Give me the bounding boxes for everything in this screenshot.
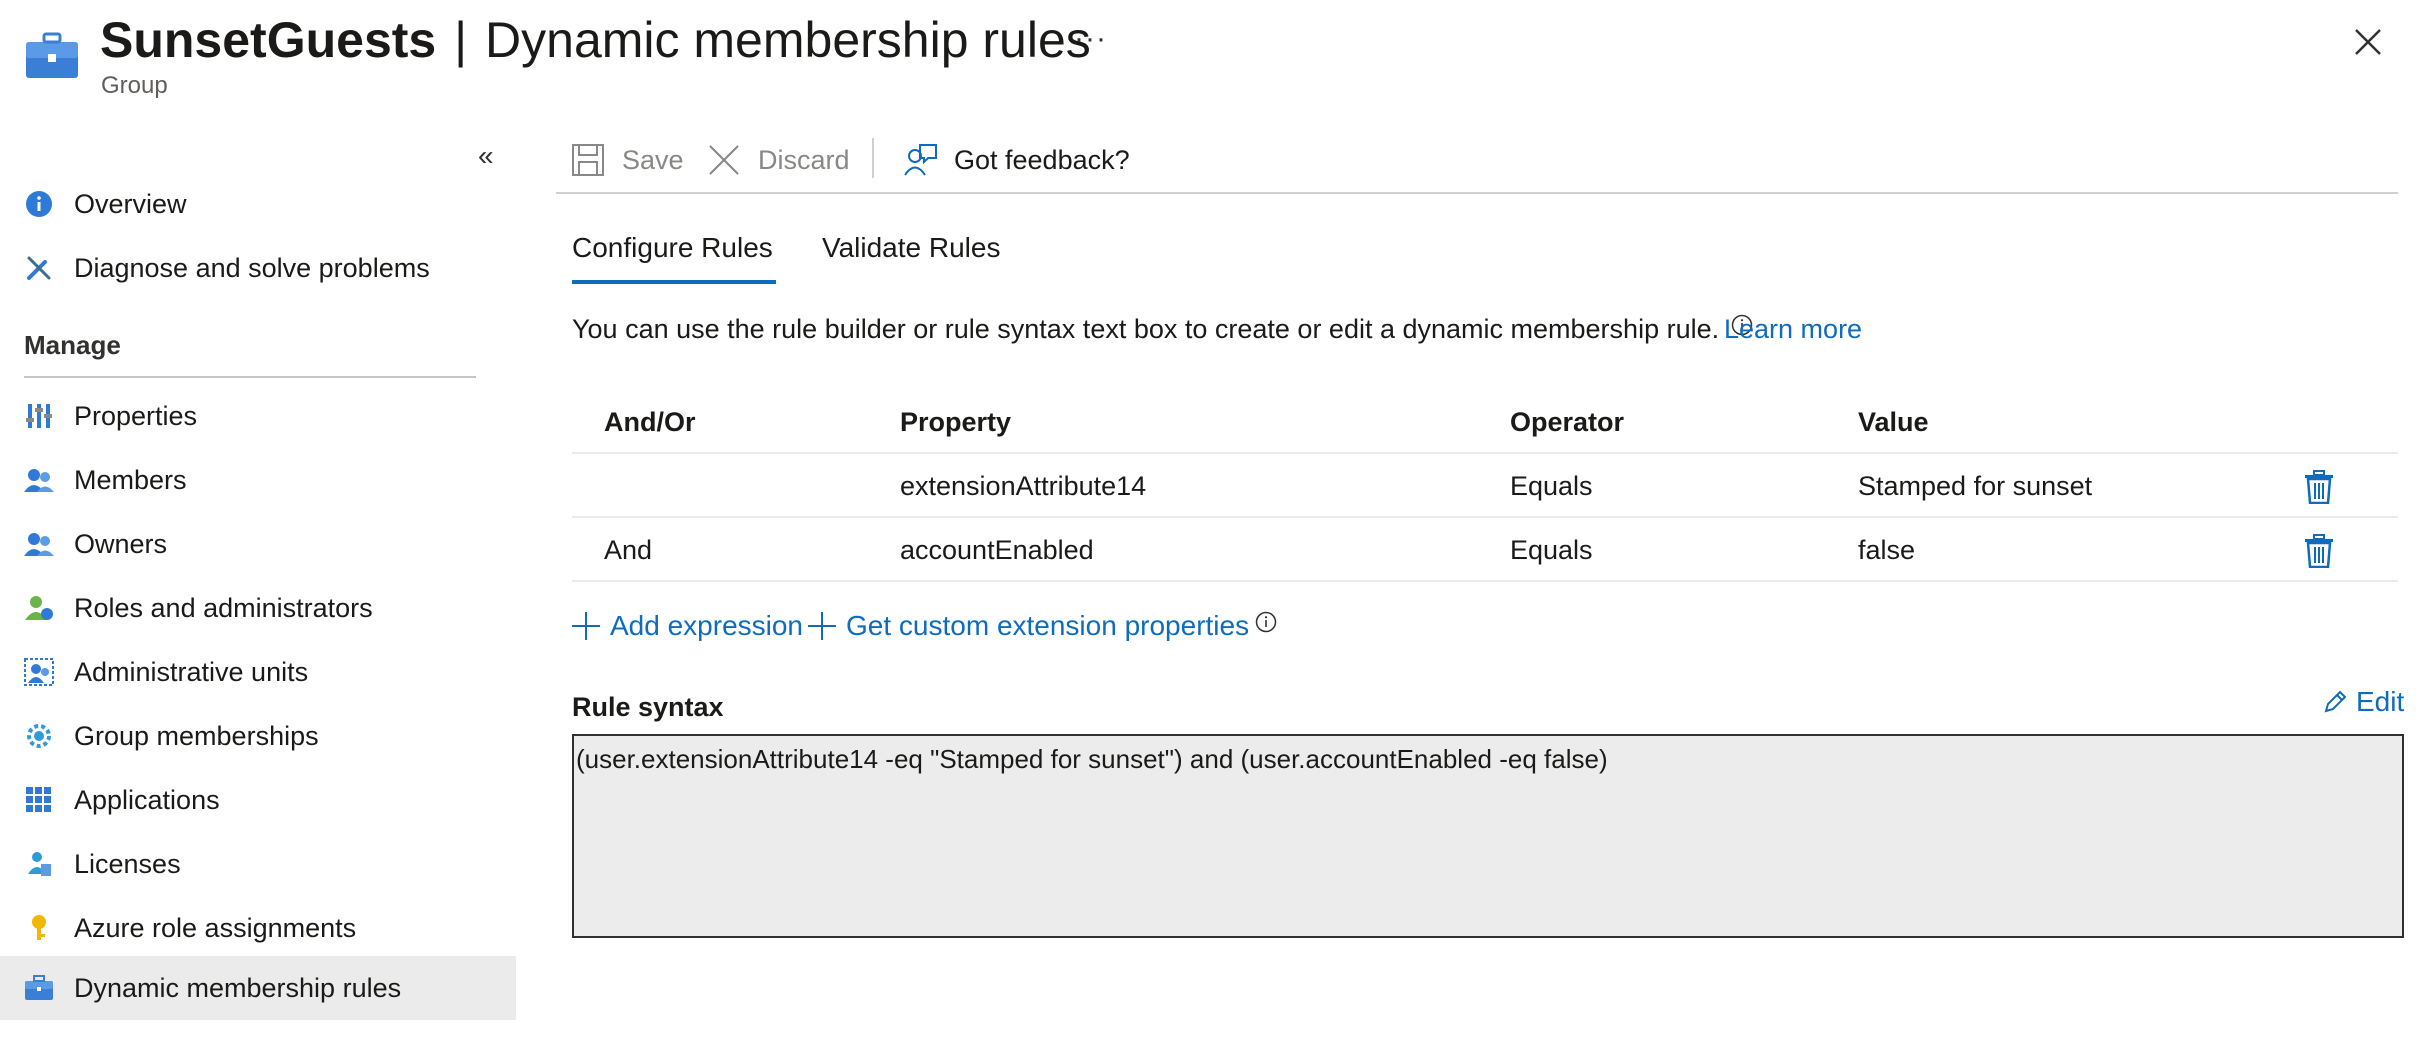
sidebar-item-label: Administrative units xyxy=(74,656,309,687)
page-name: Dynamic membership rules xyxy=(485,12,1091,68)
delete-icon[interactable] xyxy=(2302,470,2336,504)
property-cell[interactable]: extensionAttribute14 xyxy=(900,454,1146,518)
sidebar-item-applications[interactable]: Applications xyxy=(0,768,516,832)
get-custom-extension-properties-button[interactable]: Get custom extension properties xyxy=(806,606,1277,646)
sidebar-item-label: Owners xyxy=(74,528,168,559)
edit-label: Edit xyxy=(2356,686,2405,717)
roles-icon xyxy=(24,593,54,623)
feedback-button[interactable]: Got feedback? xyxy=(902,140,1130,180)
column-header-property: Property xyxy=(900,407,1012,437)
sidebar-item-properties[interactable]: Properties xyxy=(0,384,516,448)
active-tab-indicator xyxy=(572,280,776,284)
table-row[interactable]: extensionAttribute14 Equals Stamped for … xyxy=(572,454,2398,518)
title-separator: | xyxy=(454,12,468,68)
more-options-button[interactable]: ··· xyxy=(1074,22,1107,56)
learn-more-link[interactable]: Learn more xyxy=(1724,314,1862,345)
operator-cell[interactable]: Equals xyxy=(1510,518,1593,582)
wrench-icon xyxy=(24,253,54,283)
column-header-value: Value xyxy=(1858,407,1929,437)
sidebar-item-owners[interactable]: Owners xyxy=(0,512,516,576)
toolbar-divider xyxy=(872,138,874,178)
sidebar-item-azure-role-assignments[interactable]: Azure role assignments xyxy=(0,896,516,960)
info-icon xyxy=(24,189,54,219)
intro-text: You can use the rule builder or rule syn… xyxy=(572,314,1753,345)
column-header-operator: Operator xyxy=(1510,407,1625,437)
operator-cell[interactable]: Equals xyxy=(1510,454,1593,518)
sidebar-item-group-memberships[interactable]: Group memberships xyxy=(0,704,516,768)
key-icon xyxy=(24,913,54,943)
sidebar-item-dynamic-membership-rules[interactable]: Dynamic membership rules xyxy=(0,956,516,1020)
pencil-icon xyxy=(2324,690,2347,713)
rule-builder-table: And/Or Property Operator Value extension… xyxy=(572,390,2398,582)
edit-rule-syntax-button[interactable]: Edit xyxy=(2322,686,2404,718)
sidebar-item-label: Diagnose and solve problems xyxy=(74,252,430,283)
sidebar-item-label: Members xyxy=(74,464,187,495)
table-header-row: And/Or Property Operator Value xyxy=(572,390,2398,454)
add-expression-button[interactable]: Add expression xyxy=(570,606,803,646)
owners-icon xyxy=(24,529,54,559)
sidebar-item-label: Group memberships xyxy=(74,720,319,751)
close-icon[interactable] xyxy=(2348,22,2388,62)
members-icon xyxy=(24,465,54,495)
sidebar-item-label: Overview xyxy=(74,188,187,219)
sidebar-item-licenses[interactable]: Licenses xyxy=(0,832,516,896)
briefcase-icon xyxy=(24,973,54,1003)
group-name: SunsetGuests xyxy=(100,12,437,68)
get-custom-label: Get custom extension properties xyxy=(846,610,1250,641)
sidebar-item-label: Properties xyxy=(74,400,198,431)
admin-units-icon xyxy=(24,657,54,687)
value-cell[interactable]: false xyxy=(1858,518,1915,582)
applications-icon xyxy=(24,785,54,815)
table-row[interactable]: And accountEnabled Equals false xyxy=(572,518,2398,582)
sidebar-item-label: Dynamic membership rules xyxy=(74,972,402,1003)
info-icon[interactable] xyxy=(1255,611,1277,633)
rule-syntax-heading: Rule syntax xyxy=(572,692,724,722)
save-label: Save xyxy=(622,144,684,175)
page-subtitle: Group xyxy=(101,72,168,99)
rule-syntax-textbox[interactable]: (user.extensionAttribute14 -eq "Stamped … xyxy=(572,734,2404,938)
discard-button[interactable]: Discard xyxy=(706,140,850,180)
group-memberships-icon xyxy=(24,721,54,751)
plus-icon xyxy=(808,612,836,640)
properties-icon xyxy=(24,401,54,431)
sidebar-item-label: Roles and administrators xyxy=(74,592,373,623)
discard-label: Discard xyxy=(758,144,850,175)
feedback-icon xyxy=(904,144,937,176)
sidebar-item-diagnose[interactable]: Diagnose and solve problems xyxy=(0,236,516,300)
sidebar: « Overview Diagnose and solve problems M… xyxy=(0,130,516,1048)
andor-cell[interactable]: And xyxy=(604,518,652,582)
intro-sentence: You can use the rule builder or rule syn… xyxy=(572,314,1720,344)
tab-validate-rules[interactable]: Validate Rules xyxy=(822,232,1000,264)
command-bar: Save Discard Got feedback? xyxy=(556,130,2398,194)
discard-icon xyxy=(709,145,739,175)
licenses-icon xyxy=(24,849,54,879)
sidebar-item-label: Licenses xyxy=(74,848,181,879)
sidebar-item-admin-units[interactable]: Administrative units xyxy=(0,640,516,704)
add-expression-label: Add expression xyxy=(610,610,804,641)
blade-header: SunsetGuests | Dynamic membership rules … xyxy=(0,0,2428,110)
save-button[interactable]: Save xyxy=(570,140,684,180)
section-divider xyxy=(24,376,476,378)
delete-icon[interactable] xyxy=(2302,534,2336,568)
briefcase-icon xyxy=(26,32,78,78)
column-header-andor: And/Or xyxy=(604,407,696,437)
plus-icon xyxy=(572,612,600,640)
collapse-sidebar-icon[interactable]: « xyxy=(478,140,494,172)
sidebar-item-label: Applications xyxy=(74,784,220,815)
page-title: SunsetGuests | Dynamic membership rules xyxy=(100,8,1091,72)
value-cell[interactable]: Stamped for sunset xyxy=(1858,454,2092,518)
feedback-label: Got feedback? xyxy=(954,144,1130,175)
sidebar-item-label: Azure role assignments xyxy=(74,912,357,943)
manage-section-heading: Manage xyxy=(24,330,121,360)
save-icon xyxy=(572,144,604,176)
sidebar-item-members[interactable]: Members xyxy=(0,448,516,512)
property-cell[interactable]: accountEnabled xyxy=(900,518,1094,582)
sidebar-item-roles[interactable]: Roles and administrators xyxy=(0,576,516,640)
sidebar-item-overview[interactable]: Overview xyxy=(0,172,516,236)
tab-configure-rules[interactable]: Configure Rules xyxy=(572,232,773,264)
